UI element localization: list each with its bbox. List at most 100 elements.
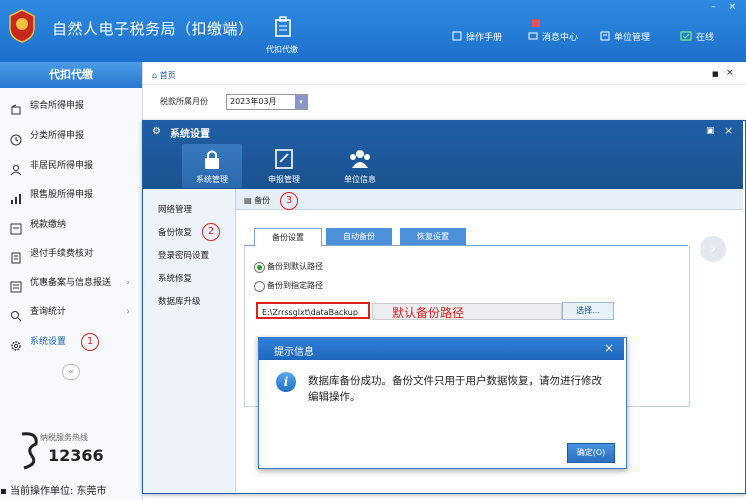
online-label: 在线	[696, 33, 715, 43]
tab-auto-backup[interactable]: 自动备份	[326, 228, 392, 245]
chevron-right-icon: ›	[126, 307, 130, 317]
nav-network-management[interactable]: 网络管理	[158, 203, 192, 215]
default-path-annotation: 默认备份路径	[392, 306, 465, 320]
online-icon	[680, 31, 692, 44]
nav-backup-restore[interactable]: 备份恢复	[158, 226, 192, 238]
radio-custom-path-label: 备份到指定路径	[267, 281, 323, 290]
nav-database-upgrade[interactable]: 数据库升级	[158, 295, 201, 307]
clock-icon	[10, 130, 22, 146]
folder-icon: ▤	[244, 196, 255, 205]
tab-home[interactable]: ⌂ 首页	[152, 70, 176, 81]
messages-label: 消息中心	[542, 33, 579, 43]
tab-unit-info[interactable]: 单位信息	[330, 144, 390, 188]
briefcase-icon	[274, 16, 292, 41]
radio-custom-path[interactable]	[254, 281, 265, 292]
radio-default-path-label: 备份到默认路径	[267, 262, 323, 271]
popup-message: 数据库备份成功。备份文件只用于用户数据恢复，请勿进行修改编辑操作。	[308, 375, 602, 403]
tab-backup-settings[interactable]: 备份设置	[254, 228, 322, 247]
gear-icon	[10, 336, 22, 351]
online-status[interactable]: 在线	[680, 30, 714, 44]
sidebar-item-label: 税款缴纳	[30, 220, 67, 230]
tab-label: 单位信息	[344, 175, 376, 184]
tab-label: 申报管理	[268, 175, 300, 184]
tab-maximize-icon[interactable]: ■	[712, 70, 719, 78]
tax-month-label: 税款所属月份	[160, 97, 208, 106]
tab-filing-management[interactable]: 申报管理	[254, 144, 314, 188]
book-icon	[452, 31, 462, 44]
sidebar-item-classified-income[interactable]: 分类所得申报	[0, 122, 142, 150]
sidebar-item-nonresident-income[interactable]: 非居民所得申报	[0, 152, 142, 180]
minimize-icon[interactable]: –	[711, 2, 716, 12]
sidebar-item-preferential-filing[interactable]: 优惠备案与信息报送 ›	[0, 269, 142, 297]
hotline-number: 12366	[48, 446, 104, 465]
chevron-right-icon: ›	[710, 241, 716, 257]
sidebar-item-system-settings[interactable]: 系统设置	[0, 328, 142, 356]
tab-restore-settings[interactable]: 恢复设置	[400, 228, 466, 245]
lock-icon	[202, 148, 222, 173]
sidebar-item-tax-payment[interactable]: 税款缴纳	[0, 211, 142, 239]
manual-label: 操作手册	[466, 33, 503, 43]
gear-icon: ⚙	[152, 126, 161, 137]
step-marker-3: 3	[280, 192, 298, 210]
dialog-title: 系统设置	[170, 129, 210, 140]
bar-chart-icon	[10, 189, 22, 204]
person-icon: ▪	[0, 486, 10, 497]
nav-login-password[interactable]: 登录密码设置	[158, 249, 209, 261]
sidebar-title: 代扣代缴	[0, 62, 142, 88]
info-icon: i	[276, 372, 296, 392]
settings-breadcrumb-bar	[236, 189, 743, 210]
person-icon	[10, 160, 22, 176]
daikou-module-label: 代扣代缴	[266, 45, 298, 54]
sidebar-item-query-statistics[interactable]: 查询统计 ›	[0, 298, 142, 326]
chevron-down-icon: ▾	[295, 95, 307, 109]
receipt-icon	[10, 248, 22, 264]
list-icon	[10, 277, 22, 293]
hotline-label: 纳税服务热线	[40, 433, 88, 442]
sidebar-item-label: 综合所得申报	[30, 101, 85, 111]
dialog-close-icon[interactable]: ×	[724, 124, 733, 137]
nav-system-repair[interactable]: 系统修复	[158, 272, 192, 284]
message-icon	[528, 19, 540, 44]
users-icon	[348, 148, 372, 173]
tab-system-management[interactable]: 系统管理	[182, 144, 242, 188]
unit-management-link[interactable]: 单位管理	[600, 30, 650, 44]
breadcrumb-label: 备份	[254, 196, 271, 205]
collapse-sidebar-button[interactable]: «	[62, 364, 80, 380]
messages-link[interactable]: 消息中心	[528, 19, 579, 44]
sidebar-item-fee-refund[interactable]: 退付手续费核对	[0, 240, 142, 268]
next-arrow-button[interactable]: ›	[700, 236, 726, 262]
tab-close-icon[interactable]: ×	[726, 68, 734, 78]
daikou-module-button[interactable]: 代扣代缴	[258, 14, 306, 56]
radio-default-path[interactable]	[254, 262, 265, 273]
sidebar-item-comprehensive-income[interactable]: 综合所得申报	[0, 92, 142, 120]
current-unit-text: 当前操作单位: 东莞市	[9, 486, 107, 497]
sidebar-item-label: 查询统计	[30, 307, 67, 317]
window-controls: – ×	[711, 2, 736, 12]
close-window-icon[interactable]: ×	[728, 2, 736, 12]
sidebar-item-label: 分类所得申报	[30, 131, 85, 141]
sidebar-item-restricted-stock[interactable]: 限售股所得申报	[0, 181, 142, 209]
dialog-maximize-icon[interactable]: ▣	[706, 126, 715, 136]
home-icon: ⌂	[152, 71, 160, 80]
status-bar: ▪ 当前操作单位: 东莞市	[0, 482, 142, 500]
document-icon	[10, 219, 22, 235]
step-marker-2: 2	[202, 223, 220, 241]
popup-close-icon[interactable]: ×	[604, 341, 614, 355]
sidebar-item-label: 非居民所得申报	[30, 161, 94, 171]
ok-button[interactable]: 确定(O)	[567, 443, 615, 463]
tax-month-select[interactable]: 2023年03月 ▾	[226, 94, 308, 110]
main-tab-bar	[143, 66, 746, 85]
step-marker-1: 1	[81, 333, 99, 351]
tab-label: 系统管理	[196, 175, 228, 184]
tax-emblem-logo	[6, 8, 38, 44]
backup-path-field[interactable]: E:\Zrrssglxt\dataBackup	[256, 302, 370, 319]
tax-month-value: 2023年03月	[230, 97, 277, 106]
manual-link[interactable]: 操作手册	[452, 30, 502, 44]
unread-badge	[532, 19, 540, 27]
app-title: 自然人电子税务局（扣缴端）	[52, 20, 254, 38]
choose-path-button[interactable]: 选择...	[562, 302, 614, 320]
building-icon	[600, 31, 610, 44]
popup-title: 提示信息	[274, 347, 314, 358]
edit-document-icon	[274, 148, 294, 173]
sidebar-item-label: 系统设置	[30, 337, 67, 347]
